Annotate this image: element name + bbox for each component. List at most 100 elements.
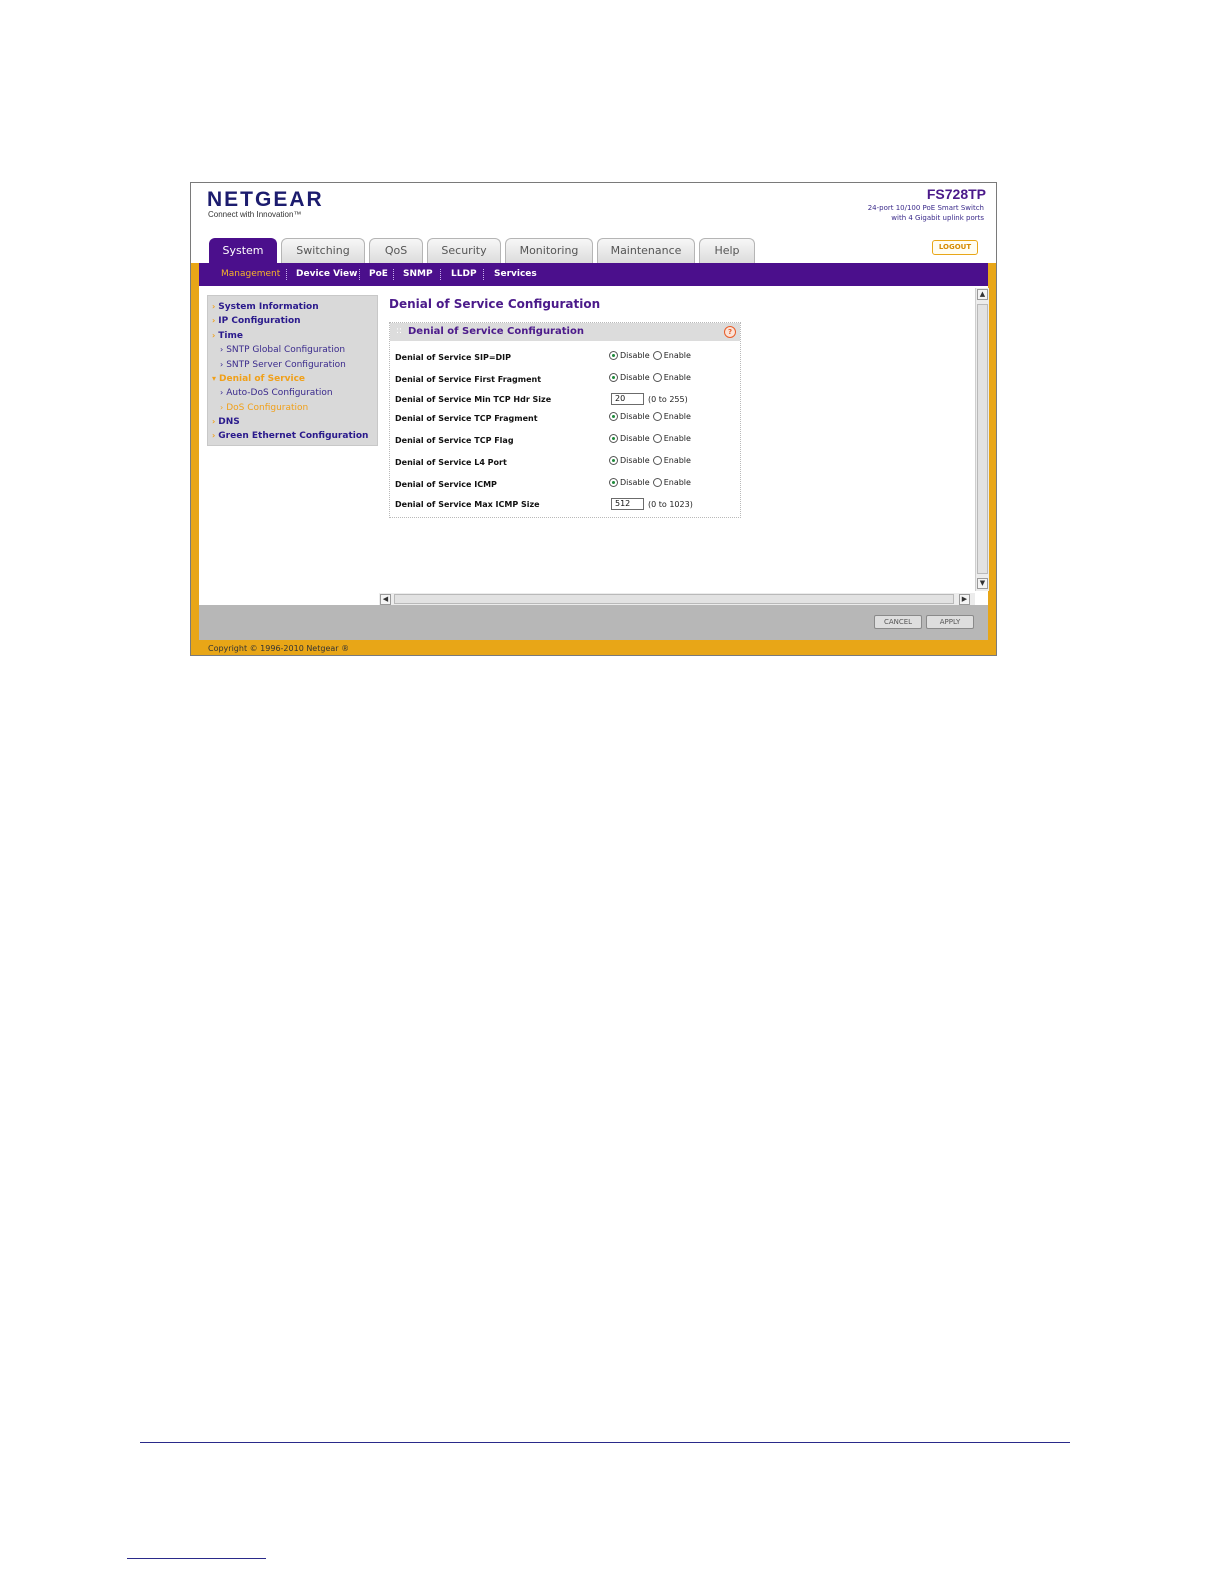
tab-maintenance[interactable]: Maintenance: [597, 238, 695, 263]
radio-group-tcp-flag: Disable Enable: [609, 434, 694, 443]
sidebar-item-label: System Information: [218, 302, 319, 312]
subnav-device-view[interactable]: Device View: [296, 269, 357, 279]
enable-label: Enable: [663, 373, 691, 382]
sidebar-item-label: Green Ethernet Configuration: [218, 431, 369, 441]
copyright: Copyright © 1996-2010 Netgear ®: [208, 644, 350, 653]
footer-link-underline: [127, 1558, 266, 1559]
apply-button[interactable]: APPLY: [926, 615, 974, 629]
chevron-down-icon: ▾: [212, 374, 217, 383]
sidebar-item-label: Auto-DoS Configuration: [226, 388, 333, 398]
sidebar-item-sntp-global[interactable]: › SNTP Global Configuration: [220, 345, 345, 355]
radio-group-tcp-fragment: Disable Enable: [609, 412, 694, 421]
sidebar-item-auto-dos[interactable]: › Auto-DoS Configuration: [220, 388, 333, 398]
sidebar-item-label: SNTP Server Configuration: [226, 360, 346, 370]
row-label-l4-port: Denial of Service L4 Port: [395, 458, 507, 467]
sidebar-item-label: DNS: [218, 417, 240, 427]
radio-group-icmp: Disable Enable: [609, 478, 694, 487]
sidebar-item-label: DoS Configuration: [226, 403, 309, 413]
disable-radio[interactable]: [609, 456, 618, 465]
disable-label: Disable: [620, 478, 650, 487]
disable-radio[interactable]: [609, 434, 618, 443]
sub-navigation: Management Device View PoE SNMP LLDP Ser…: [199, 263, 988, 286]
left-arrow-icon[interactable]: ◀: [380, 594, 391, 605]
sidebar-item-ip-configuration[interactable]: › IP Configuration: [212, 316, 301, 326]
horizontal-scrollbar[interactable]: ◀ ▶: [379, 593, 975, 605]
enable-label: Enable: [663, 434, 691, 443]
chevron-right-icon: ›: [212, 417, 216, 426]
min-tcp-hdr-size-input[interactable]: 20: [611, 393, 644, 405]
sidebar-item-sntp-server[interactable]: › SNTP Server Configuration: [220, 360, 346, 370]
sidebar-item-label: IP Configuration: [218, 316, 301, 326]
subnav-management[interactable]: Management: [221, 269, 280, 279]
horizontal-scroll-thumb[interactable]: [394, 594, 954, 604]
disable-label: Disable: [620, 373, 650, 382]
subnav-separator: [440, 269, 442, 280]
enable-radio[interactable]: [652, 456, 662, 465]
enable-radio[interactable]: [652, 478, 662, 487]
tab-monitoring[interactable]: Monitoring: [505, 238, 593, 263]
logout-button[interactable]: LOGOUT: [932, 240, 978, 255]
chevron-right-icon: ›: [212, 316, 216, 325]
right-arrow-icon[interactable]: ▶: [959, 594, 970, 605]
tab-help[interactable]: Help: [699, 238, 755, 263]
radio-group-l4-port: Disable Enable: [609, 456, 694, 465]
subnav-separator: [359, 269, 361, 280]
sidebar-item-dos-configuration[interactable]: › DoS Configuration: [220, 403, 308, 413]
max-icmp-size-input[interactable]: 512: [611, 498, 644, 510]
sidebar-item-denial-of-service[interactable]: ▾ Denial of Service: [212, 374, 305, 384]
sidebar-item-dns[interactable]: › DNS: [212, 417, 240, 427]
enable-label: Enable: [663, 456, 691, 465]
tagline: Connect with Innovation™: [208, 210, 302, 219]
disable-radio[interactable]: [609, 351, 618, 360]
grip-icon: ::: [396, 326, 403, 336]
max-icmp-size-range: (0 to 1023): [648, 500, 693, 509]
enable-radio[interactable]: [652, 412, 662, 421]
disable-radio[interactable]: [609, 412, 618, 421]
sidebar-item-time[interactable]: › Time: [212, 331, 243, 341]
chevron-right-icon: ›: [220, 403, 224, 412]
tab-qos[interactable]: QoS: [369, 238, 423, 263]
page-title: Denial of Service Configuration: [389, 297, 601, 311]
cancel-button[interactable]: CANCEL: [874, 615, 922, 629]
enable-radio[interactable]: [652, 351, 662, 360]
tab-system[interactable]: System: [209, 238, 277, 263]
min-tcp-hdr-range: (0 to 255): [648, 395, 688, 404]
radio-group-sip-dip: Disable Enable: [609, 351, 694, 360]
subnav-services[interactable]: Services: [494, 269, 537, 279]
disable-radio[interactable]: [609, 373, 618, 382]
chevron-right-icon: ›: [212, 331, 216, 340]
sidebar-item-system-information[interactable]: › System Information: [212, 302, 319, 312]
vertical-scroll-thumb[interactable]: [977, 304, 988, 574]
screenshot-window: NETGEAR Connect with Innovation™ FS728TP…: [190, 182, 997, 656]
netgear-logo: NETGEAR: [207, 188, 324, 211]
sidebar-item-green-ethernet[interactable]: › Green Ethernet Configuration: [212, 431, 368, 441]
subnav-snmp[interactable]: SNMP: [403, 269, 433, 279]
up-arrow-icon[interactable]: ▲: [977, 289, 988, 300]
disable-label: Disable: [620, 434, 650, 443]
model-name: FS728TP: [926, 186, 986, 202]
help-icon[interactable]: ?: [724, 326, 736, 338]
enable-radio[interactable]: [652, 434, 662, 443]
subnav-lldp[interactable]: LLDP: [451, 269, 477, 279]
chevron-right-icon: ›: [220, 360, 224, 369]
disable-label: Disable: [620, 456, 650, 465]
chevron-right-icon: ›: [212, 302, 216, 311]
tab-security[interactable]: Security: [427, 238, 501, 263]
row-label-first-fragment: Denial of Service First Fragment: [395, 375, 542, 384]
dos-config-panel: :: Denial of Service Configuration ? Den…: [389, 322, 741, 518]
tab-switching[interactable]: Switching: [281, 238, 365, 263]
sidebar-item-label: SNTP Global Configuration: [226, 345, 346, 355]
sidebar-item-label: Time: [218, 331, 244, 341]
row-label-sip-dip: Denial of Service SIP=DIP: [395, 353, 512, 362]
footer-rule: [140, 1442, 1070, 1443]
subnav-poe[interactable]: PoE: [369, 269, 388, 279]
chevron-right-icon: ›: [220, 388, 224, 397]
vertical-scrollbar[interactable]: ▲ ▼: [975, 288, 989, 591]
row-label-max-icmp-size: Denial of Service Max ICMP Size: [395, 500, 540, 509]
subnav-separator: [483, 269, 485, 280]
enable-radio[interactable]: [652, 373, 662, 382]
disable-radio[interactable]: [609, 478, 618, 487]
radio-group-first-fragment: Disable Enable: [609, 373, 694, 382]
row-label-icmp: Denial of Service ICMP: [395, 480, 497, 489]
down-arrow-icon[interactable]: ▼: [977, 578, 988, 589]
